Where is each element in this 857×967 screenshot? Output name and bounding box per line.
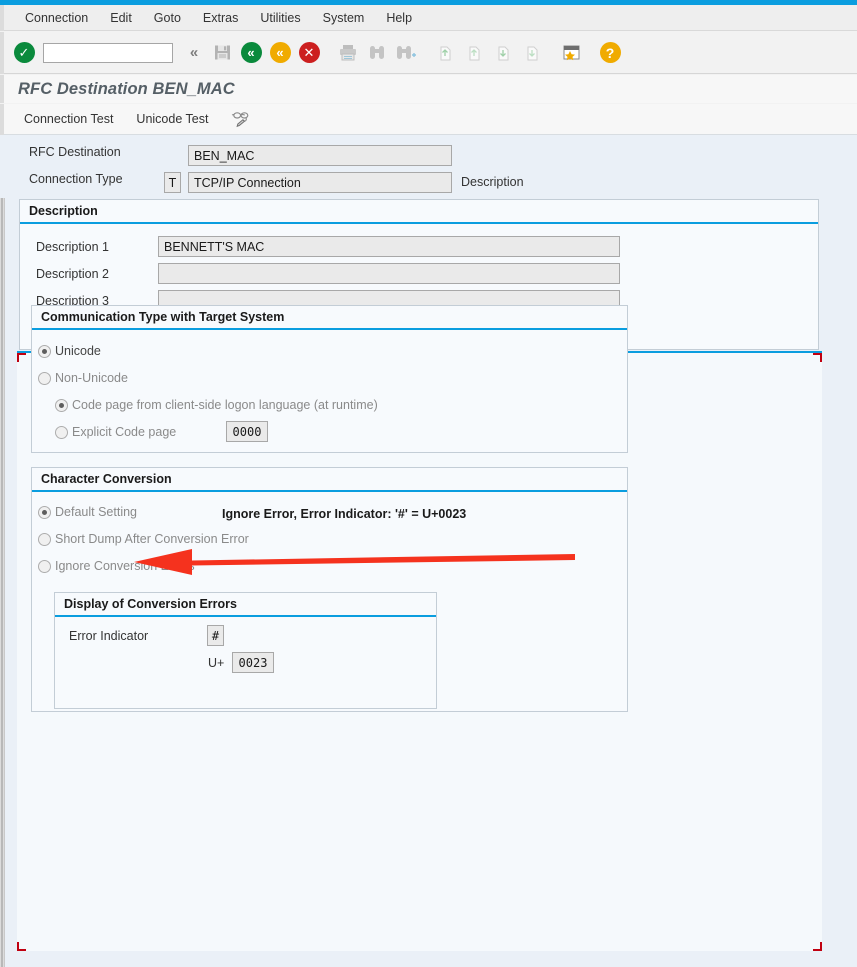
- communication-type-group: Communication Type with Target System Un…: [31, 305, 628, 453]
- radio-unicode-label: Unicode: [55, 344, 101, 358]
- standard-toolbar: ✓ « « « ✕: [0, 32, 857, 74]
- exit-up-amber-icon[interactable]: «: [266, 39, 294, 67]
- title-bar-edge: [0, 75, 4, 103]
- radio-short-dump-label: Short Dump After Conversion Error: [55, 532, 249, 546]
- display-conversion-errors-group-title: Display of Conversion Errors: [55, 593, 436, 615]
- description-group-title: Description: [20, 200, 818, 222]
- character-conversion-group-title: Character Conversion: [32, 468, 627, 490]
- radio-non-unicode-label: Non-Unicode: [55, 371, 128, 385]
- create-favorite-star-icon[interactable]: [557, 39, 585, 67]
- menu-connection[interactable]: Connection: [14, 8, 99, 28]
- menu-bar-edge: [0, 5, 4, 31]
- radio-ignore-conversion-errors[interactable]: Ignore Conversion Errors: [38, 559, 195, 573]
- application-toolbar-edge: [0, 104, 4, 135]
- menu-system[interactable]: System: [312, 8, 376, 28]
- radio-short-dump-indicator: [38, 533, 51, 546]
- description-1-label: Description 1: [36, 240, 109, 254]
- display-change-glasses-icon[interactable]: [227, 107, 257, 131]
- radio-explicit-codepage-indicator: [55, 426, 68, 439]
- radio-codepage-client-logon-label: Code page from client-side logon languag…: [72, 398, 378, 412]
- radio-default-setting[interactable]: Default Setting: [38, 505, 137, 519]
- connection-type-label: Connection Type: [29, 172, 164, 186]
- unicode-codepoint-field[interactable]: 0023: [232, 652, 274, 673]
- panel-corner-top-right: [813, 353, 822, 362]
- radio-codepage-client-logon-indicator: [55, 399, 68, 412]
- menu-goto[interactable]: Goto: [143, 8, 192, 28]
- radio-ignore-conversion-errors-label: Ignore Conversion Errors: [55, 559, 195, 573]
- error-indicator-field[interactable]: #: [207, 625, 224, 646]
- radio-default-setting-indicator: [38, 506, 51, 519]
- page-title: RFC Destination BEN_MAC: [18, 80, 235, 99]
- connection-type-key-field[interactable]: T: [164, 172, 181, 193]
- menu-utilities[interactable]: Utilities: [249, 8, 311, 28]
- find-binoculars-icon: [363, 39, 391, 67]
- help-question-icon[interactable]: ?: [596, 39, 624, 67]
- cancel-red-icon[interactable]: ✕: [295, 39, 323, 67]
- back-green-icon[interactable]: «: [237, 39, 265, 67]
- connection-test-button[interactable]: Connection Test: [14, 108, 123, 130]
- radio-default-setting-label: Default Setting: [55, 505, 137, 519]
- panel-corner-bottom-left: [17, 942, 26, 951]
- description-2-field[interactable]: [158, 263, 620, 284]
- description-2-label: Description 2: [36, 267, 109, 281]
- menu-extras[interactable]: Extras: [192, 8, 249, 28]
- menu-edit[interactable]: Edit: [99, 8, 143, 28]
- save-floppy-icon: [208, 39, 236, 67]
- radio-explicit-codepage[interactable]: Explicit Code page: [55, 425, 176, 439]
- unicode-prefix-label: U+: [208, 656, 224, 670]
- radio-ignore-conversion-errors-indicator: [38, 560, 51, 573]
- communication-type-group-title: Communication Type with Target System: [32, 306, 627, 328]
- explicit-codepage-field[interactable]: 0000: [226, 421, 268, 442]
- radio-unicode[interactable]: Unicode: [38, 344, 101, 358]
- default-setting-note: Ignore Error, Error Indicator: '#' = U+0…: [222, 507, 466, 521]
- header-fields: RFC Destination BEN_MAC Connection Type …: [0, 135, 857, 198]
- connection-type-field[interactable]: TCP/IP Connection: [188, 172, 452, 193]
- panel-corner-top-left: [17, 353, 26, 362]
- left-rail: [0, 135, 5, 967]
- menu-help[interactable]: Help: [375, 8, 423, 28]
- rfc-destination-label: RFC Destination: [29, 145, 189, 159]
- main-content-area: RFC Destination BEN_MAC Connection Type …: [0, 135, 857, 967]
- enter-check-icon[interactable]: ✓: [10, 39, 38, 67]
- panel-corner-bottom-right: [813, 942, 822, 951]
- radio-non-unicode-indicator: [38, 372, 51, 385]
- tab-content-panel: Communication Type with Target System Un…: [17, 351, 822, 951]
- radio-non-unicode[interactable]: Non-Unicode: [38, 371, 128, 385]
- radio-short-dump[interactable]: Short Dump After Conversion Error: [38, 532, 249, 546]
- first-page-icon: [431, 39, 459, 67]
- previous-page-icon: [460, 39, 488, 67]
- description-1-field[interactable]: BENNETT'S MAC: [158, 236, 620, 257]
- menu-bar: Connection Edit Goto Extras Utilities Sy…: [0, 5, 857, 31]
- next-page-icon: [489, 39, 517, 67]
- application-toolbar: Connection Test Unicode Test: [0, 104, 857, 135]
- display-conversion-errors-group: Display of Conversion Errors Error Indic…: [54, 592, 437, 709]
- find-next-binoculars-icon: [392, 39, 420, 67]
- rfc-destination-field[interactable]: BEN_MAC: [188, 145, 452, 166]
- radio-unicode-indicator: [38, 345, 51, 358]
- double-chevron-left-icon[interactable]: «: [179, 39, 207, 67]
- error-indicator-label: Error Indicator: [69, 629, 148, 643]
- character-conversion-group: Character Conversion Default Setting Ign…: [31, 467, 628, 712]
- radio-explicit-codepage-label: Explicit Code page: [72, 425, 176, 439]
- unicode-test-button[interactable]: Unicode Test: [126, 108, 218, 130]
- print-icon: [334, 39, 362, 67]
- radio-codepage-client-logon[interactable]: Code page from client-side logon languag…: [55, 398, 378, 412]
- last-page-icon: [518, 39, 546, 67]
- title-bar: RFC Destination BEN_MAC: [0, 75, 857, 103]
- sap-gui-window: Connection Edit Goto Extras Utilities Sy…: [0, 0, 857, 967]
- left-rail-line: [1, 135, 3, 967]
- command-field[interactable]: [43, 43, 173, 63]
- toolbar-edge: [0, 32, 4, 74]
- description-caption: Description: [461, 175, 524, 189]
